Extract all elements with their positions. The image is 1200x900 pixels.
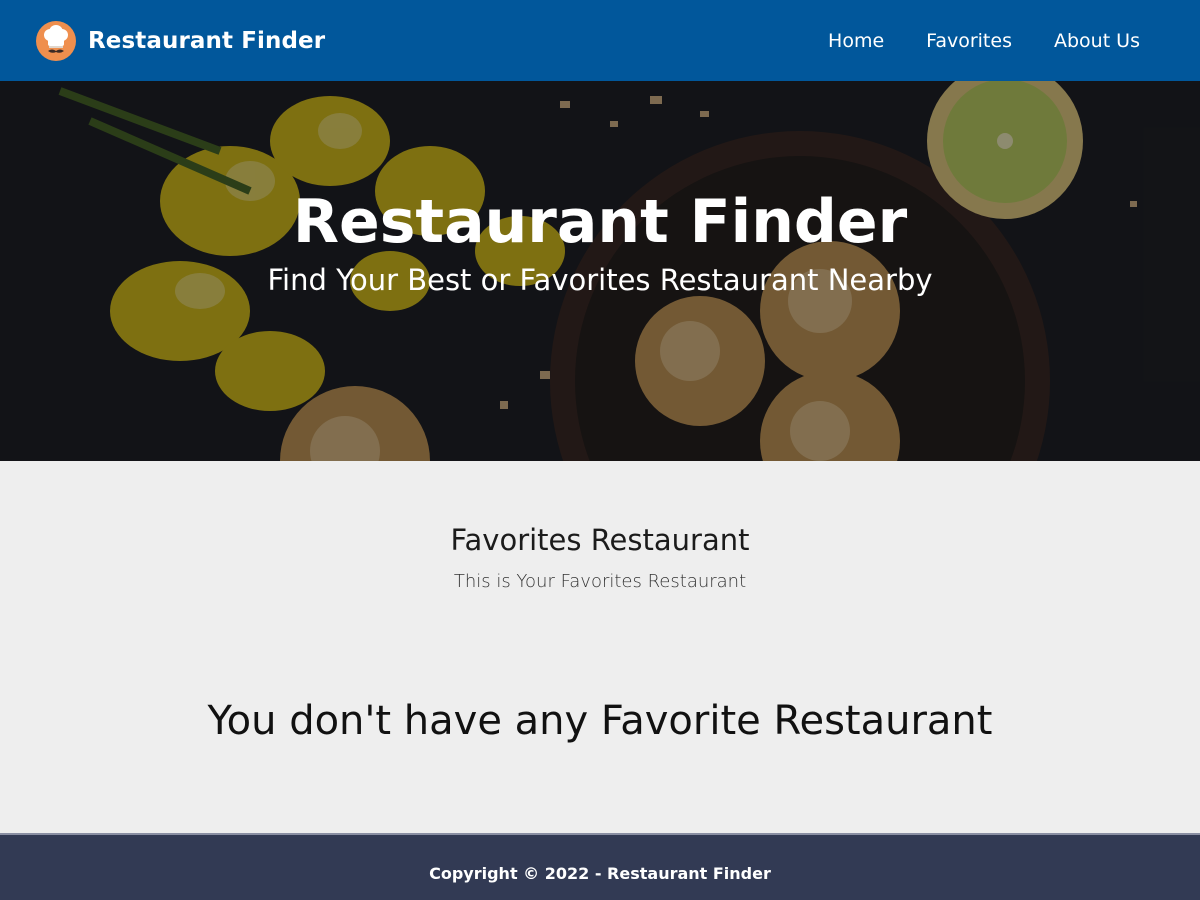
favorites-section: Favorites Restaurant This is Your Favori… [0, 461, 1200, 833]
nav-link-about-us[interactable]: About Us [1044, 22, 1150, 60]
section-title: Favorites Restaurant [450, 523, 750, 557]
section-description: This is Your Favorites Restaurant [453, 571, 747, 592]
empty-favorites-message: You don't have any Favorite Restaurant [207, 698, 993, 744]
hero-subtitle: Find Your Best or Favorites Restaurant N… [267, 263, 933, 297]
brand[interactable]: Restaurant Finder [36, 20, 326, 61]
nav-link-favorites[interactable]: Favorites [916, 22, 1022, 60]
top-navbar: Restaurant Finder Home Favorites About U… [0, 0, 1200, 81]
footer: Copyright © 2022 - Restaurant Finder [0, 833, 1200, 900]
hero-banner: Restaurant Finder Find Your Best or Favo… [0, 81, 1200, 461]
copyright-text: Copyright © 2022 - Restaurant Finder [429, 864, 771, 883]
main-nav: Home Favorites About Us [818, 22, 1150, 60]
hero-title: Restaurant Finder [292, 187, 908, 257]
chef-hat-logo-icon [36, 20, 76, 61]
nav-link-home[interactable]: Home [818, 22, 894, 60]
hero-text: Restaurant Finder Find Your Best or Favo… [0, 189, 1200, 297]
brand-name: Restaurant Finder [88, 27, 326, 54]
